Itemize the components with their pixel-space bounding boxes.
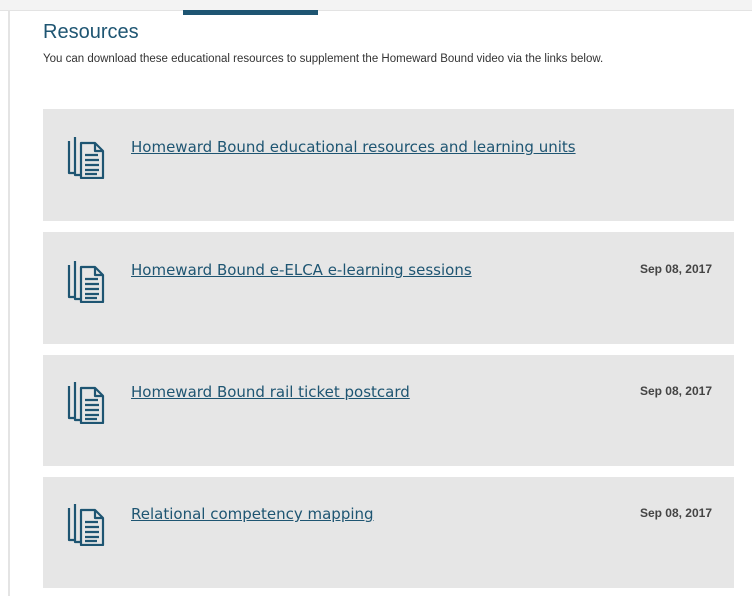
left-border [8, 10, 10, 596]
resource-date: Sep 08, 2017 [639, 384, 712, 398]
resource-link[interactable]: Homeward Bound educational resources and… [131, 138, 576, 156]
resource-date: Sep 08, 2017 [639, 262, 712, 276]
documents-stack-icon [67, 504, 105, 546]
top-border [0, 0, 752, 11]
resource-link[interactable]: Homeward Bound rail ticket postcard [131, 383, 410, 401]
resource-link[interactable]: Relational competency mapping [131, 505, 374, 523]
resource-card: Homeward Bound rail ticket postcard Sep … [43, 355, 734, 466]
documents-stack-icon [67, 382, 105, 424]
page-title: Resources [43, 21, 139, 43]
resource-date: Sep 08, 2017 [639, 506, 712, 520]
resource-card: Homeward Bound e-ELCA e-learning session… [43, 232, 734, 344]
documents-stack-icon [67, 137, 105, 179]
intro-text: You can download these educational resou… [43, 53, 604, 65]
documents-stack-icon [67, 261, 105, 303]
resource-card: Homeward Bound educational resources and… [43, 109, 734, 221]
active-tab-indicator [183, 10, 318, 15]
resource-card: Relational competency mapping Sep 08, 20… [43, 477, 734, 588]
resource-link[interactable]: Homeward Bound e-ELCA e-learning session… [131, 261, 472, 279]
